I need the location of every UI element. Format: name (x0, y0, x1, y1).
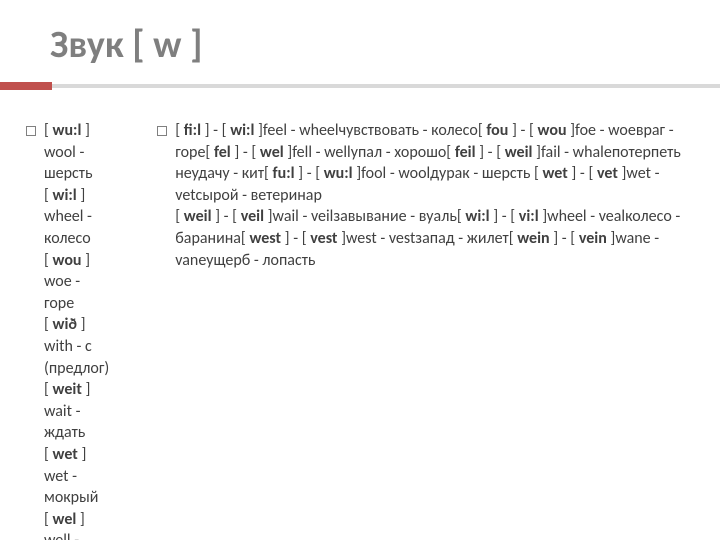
phonetic-bold: wið (53, 315, 77, 334)
phonetic-bold: wet (53, 445, 78, 464)
text-run: [ (175, 121, 184, 140)
text-run: ]wail - veilзавывание - вуаль[ (264, 207, 465, 226)
content-columns: [ wu:l ] wool - шерсть[ wi:l ] wheel - к… (26, 120, 694, 540)
phonetic-bold: wu:l (53, 121, 82, 140)
accent-segment (0, 82, 52, 90)
phonetic-bold: vein (579, 229, 607, 248)
phonetic-bold: wou (53, 251, 82, 270)
phonetic-bold: wi:l (230, 121, 254, 140)
text-run: ] - [ (295, 164, 324, 183)
phonetic-bold: wi:l (465, 207, 489, 226)
phonetic-bold: weil (184, 207, 212, 226)
text-run: ]fool - woolдурак - шерсть [ (353, 164, 543, 183)
text-run: ] - [ (201, 121, 230, 140)
list-item-right: [ fi:l ] - [ wi:l ]feel - wheelчувствова… (157, 120, 694, 271)
phonetic-bold: fou (486, 121, 508, 140)
phonetic-bold: wel (53, 510, 77, 529)
text-run: [ (44, 510, 53, 529)
phonetic-bold: wou (538, 121, 567, 140)
phonetic-bold: fi:l (184, 121, 201, 140)
text-run: ]fell - wellупал - хорошо[ (284, 143, 455, 162)
text-run: ]feel - wheelчувствовать - колесо[ (254, 121, 486, 140)
phonetic-bold: veil (241, 207, 264, 226)
phonetic-bold: weil (505, 143, 533, 162)
phonetic-bold: wu:l (324, 164, 353, 183)
phonetic-bold: west (249, 229, 281, 248)
divider (0, 84, 720, 88)
phonetic-bold: fu:l (273, 164, 295, 183)
text-run: ] - [ (476, 143, 505, 162)
phonetic-bold: wi:l (53, 186, 77, 205)
text-run: [ (44, 445, 53, 464)
list-item-left: [ wu:l ] wool - шерсть[ wi:l ] wheel - к… (26, 120, 109, 540)
phonetic-bold: vet (597, 164, 618, 183)
text-run: ] - [ (550, 229, 579, 248)
text-run: [ (175, 207, 184, 226)
page-title: Звук [ w ] (50, 22, 202, 68)
text-run: ] - [ (568, 164, 597, 183)
phonetic-bold: vi:l (519, 207, 539, 226)
phonetic-bold: vest (310, 229, 337, 248)
phonetic-bold: wel (260, 143, 284, 162)
phonetic-bold: fel (214, 143, 231, 162)
text-run: ] - [ (508, 121, 537, 140)
text-run: ] - [ (231, 143, 260, 162)
text-run: ] - [ (281, 229, 310, 248)
text-run: [ (44, 121, 53, 140)
text-run: [ (44, 186, 53, 205)
text-run: ] - [ (212, 207, 241, 226)
column-right: [ fi:l ] - [ wi:l ]feel - wheelчувствова… (157, 120, 694, 540)
phonetic-bold: feil (455, 143, 476, 162)
text-run: [ (44, 251, 53, 270)
text-run: ] - [ (490, 207, 519, 226)
text-run: ]west - vestзапад - жилет[ (337, 229, 517, 248)
slide: Звук [ w ] [ wu:l ] wool - шерсть[ wi:l … (0, 0, 720, 540)
phonetic-bold: wein (517, 229, 549, 248)
text-run: [ (44, 315, 53, 334)
column-left: [ wu:l ] wool - шерсть[ wi:l ] wheel - к… (26, 120, 109, 540)
phonetic-bold: wet (542, 164, 567, 183)
phonetic-bold: weit (53, 380, 82, 399)
